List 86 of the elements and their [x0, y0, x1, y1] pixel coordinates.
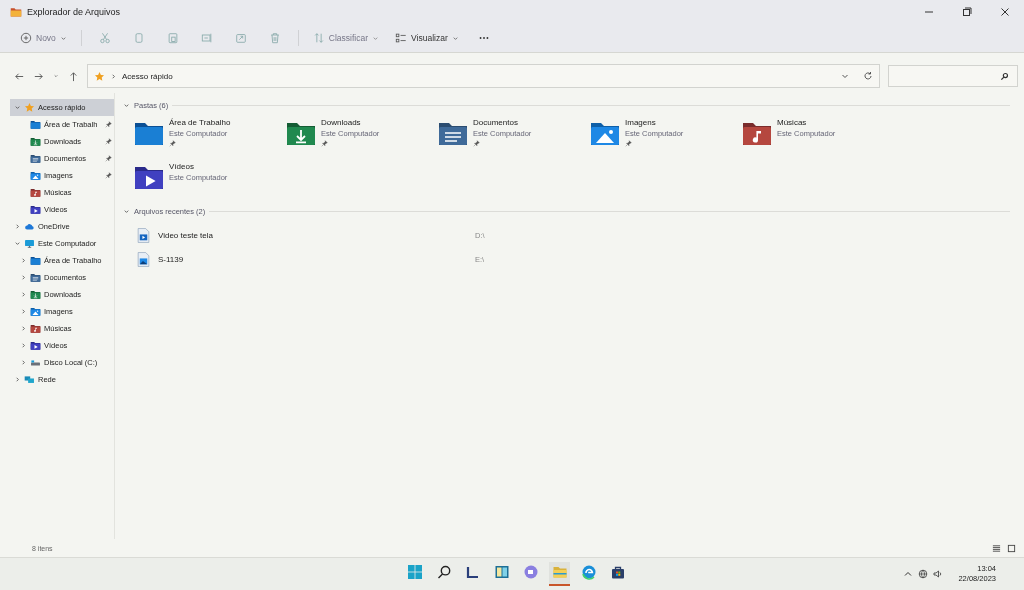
close-icon[interactable]	[1000, 7, 1010, 17]
trash-icon	[268, 32, 281, 44]
chevron-icon[interactable]	[20, 342, 27, 349]
share-icon	[234, 32, 247, 44]
folder-icon[interactable]	[135, 120, 163, 146]
search-field[interactable]	[888, 65, 1018, 87]
caret-icon	[59, 34, 67, 42]
file-name[interactable]: S-1139	[158, 254, 475, 264]
up-icon[interactable]	[68, 70, 79, 82]
folder-icon	[30, 306, 41, 317]
chevron-icon[interactable]	[20, 359, 27, 366]
caret-icon	[451, 34, 459, 42]
chevron-icon[interactable]	[14, 240, 21, 247]
folder-name[interactable]: Documentos	[473, 117, 532, 128]
chevron-icon[interactable]	[14, 223, 21, 230]
chevron-icon[interactable]	[14, 104, 21, 111]
folder-icon	[30, 136, 41, 147]
rename-icon	[200, 32, 213, 44]
scissors-icon	[98, 32, 111, 44]
folder-name[interactable]: Vídeos	[169, 161, 228, 172]
folder-icon	[30, 255, 41, 266]
browser-icon	[580, 564, 597, 580]
folder-name[interactable]: Músicas	[777, 117, 836, 128]
store-icon	[609, 564, 626, 580]
restore-icon[interactable]	[962, 7, 972, 17]
sort-icon	[312, 32, 325, 44]
search-icon	[1000, 71, 1009, 81]
paste-icon	[166, 32, 179, 44]
view-icon	[395, 32, 408, 44]
folder-icon	[30, 204, 41, 215]
folder-icon	[30, 119, 41, 130]
chevron-icon[interactable]	[20, 274, 27, 281]
tiles-view-icon[interactable]	[1007, 543, 1016, 553]
widgets-icon	[464, 564, 481, 580]
folder-name[interactable]: Imagens	[625, 117, 684, 128]
folder-icon	[30, 187, 41, 198]
details-view-icon[interactable]	[992, 543, 1001, 553]
chevron-icon[interactable]	[123, 207, 130, 215]
network-icon	[24, 374, 35, 385]
folder-app-button[interactable]	[549, 562, 570, 586]
chevron-icon[interactable]	[20, 291, 27, 298]
globe-icon[interactable]	[918, 569, 929, 579]
chevron-up-icon[interactable]	[903, 569, 914, 579]
chevron-icon[interactable]	[20, 308, 27, 315]
folder-icon	[30, 170, 41, 181]
folder-icon	[551, 564, 568, 580]
folder-icon[interactable]	[135, 164, 163, 190]
folder-name[interactable]: Downloads	[321, 117, 380, 128]
star-icon	[94, 70, 105, 82]
chevron-icon[interactable]	[20, 257, 27, 264]
folder-name[interactable]: Área de Trabalho	[169, 117, 231, 128]
drive-icon	[30, 357, 41, 368]
video-file-icon	[137, 227, 150, 243]
image-file-icon	[137, 251, 150, 267]
speaker-icon[interactable]	[933, 569, 944, 579]
chevron-icon[interactable]	[20, 325, 27, 332]
sort-button[interactable]: Classificar	[306, 28, 386, 48]
address-bar[interactable]: Acesso rápido	[87, 64, 880, 88]
folder-icon	[10, 6, 22, 18]
copy-icon	[132, 32, 145, 44]
chevron-icon	[110, 72, 117, 80]
monitor-icon	[24, 238, 35, 249]
view-button[interactable]: Visualizar	[389, 28, 465, 48]
star-icon	[24, 102, 35, 113]
file-name[interactable]: Video teste tela	[158, 230, 475, 240]
windows-icon	[406, 564, 423, 580]
folder-icon	[30, 153, 41, 164]
new-button[interactable]: Novo	[14, 28, 73, 48]
search-icon	[435, 564, 452, 580]
snap-icon	[493, 564, 510, 580]
plus-icon	[20, 32, 32, 44]
folder-icon	[30, 340, 41, 351]
folder-icon[interactable]	[591, 120, 619, 146]
caret-icon	[372, 34, 380, 42]
folder-icon[interactable]	[439, 120, 467, 146]
chat-icon	[522, 564, 539, 580]
window-title: Explorador de Arquivos	[27, 7, 121, 17]
cloud-icon	[24, 221, 35, 232]
chevron-icon[interactable]	[123, 101, 130, 109]
folder-icon	[30, 272, 41, 283]
folder-icon	[30, 289, 41, 300]
refresh-icon[interactable]	[863, 71, 873, 81]
chevron-icon[interactable]	[14, 376, 21, 383]
folder-icon[interactable]	[743, 120, 771, 146]
folder-icon	[30, 323, 41, 334]
folder-icon[interactable]	[287, 120, 315, 146]
